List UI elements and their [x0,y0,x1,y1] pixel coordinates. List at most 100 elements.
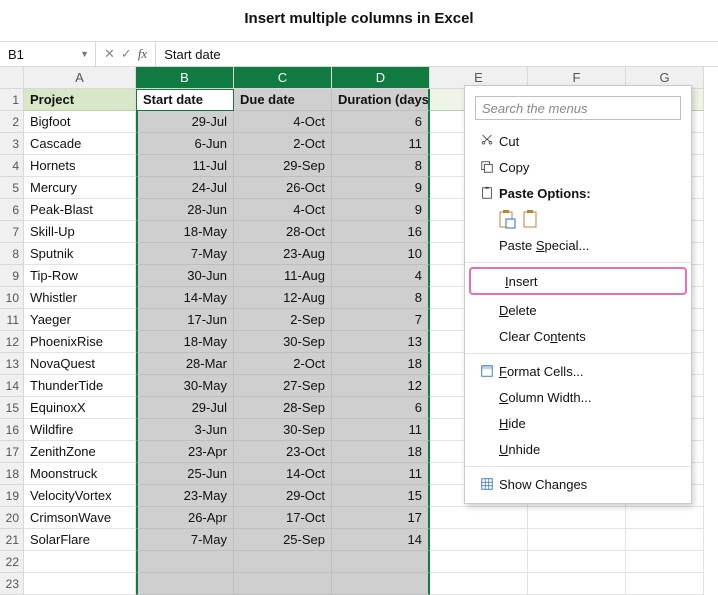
row-header[interactable]: 22 [0,551,24,573]
cell-D15[interactable]: 6 [332,397,430,419]
cell-A11[interactable]: Yaeger [24,309,136,331]
cell-C3[interactable]: 2-Oct [234,133,332,155]
row-header[interactable]: 13 [0,353,24,375]
menu-item-delete[interactable]: Delete [465,297,691,323]
name-box[interactable]: B1 ▼ [0,42,96,66]
cell-F21[interactable] [528,529,626,551]
cell-F22[interactable] [528,551,626,573]
menu-item-paste-options[interactable]: Paste Options: [465,180,691,206]
cell-D16[interactable]: 11 [332,419,430,441]
paste-values-icon[interactable] [523,209,541,229]
cell-D20[interactable]: 17 [332,507,430,529]
cell-B12[interactable]: 18-May [136,331,234,353]
cell-B10[interactable]: 14-May [136,287,234,309]
cell-A4[interactable]: Hornets [24,155,136,177]
cell-C16[interactable]: 30-Sep [234,419,332,441]
column-header-C[interactable]: C [234,67,332,89]
cell-B13[interactable]: 28-Mar [136,353,234,375]
cell-C17[interactable]: 23-Oct [234,441,332,463]
cell-B8[interactable]: 7-May [136,243,234,265]
cell-D7[interactable]: 16 [332,221,430,243]
cell-B6[interactable]: 28-Jun [136,199,234,221]
cell-C23[interactable] [234,573,332,595]
cell-B18[interactable]: 25-Jun [136,463,234,485]
row-header[interactable]: 4 [0,155,24,177]
row-header[interactable]: 3 [0,133,24,155]
cell-A15[interactable]: EquinoxX [24,397,136,419]
row-header[interactable]: 17 [0,441,24,463]
cell-A14[interactable]: ThunderTide [24,375,136,397]
cell-A3[interactable]: Cascade [24,133,136,155]
fx-icon[interactable]: fx [138,46,147,62]
row-header[interactable]: 11 [0,309,24,331]
cell-B23[interactable] [136,573,234,595]
menu-item-column-width[interactable]: Column Width... [465,384,691,410]
cell-C11[interactable]: 2-Sep [234,309,332,331]
cell-F20[interactable] [528,507,626,529]
row-header[interactable]: 8 [0,243,24,265]
cell-C8[interactable]: 23-Aug [234,243,332,265]
cell-C13[interactable]: 2-Oct [234,353,332,375]
accept-formula-icon[interactable]: ✓ [121,46,132,62]
cell-A1[interactable]: Project [24,89,136,111]
cell-D14[interactable]: 12 [332,375,430,397]
cell-A16[interactable]: Wildfire [24,419,136,441]
cell-B7[interactable]: 18-May [136,221,234,243]
cell-D13[interactable]: 18 [332,353,430,375]
row-header[interactable]: 12 [0,331,24,353]
menu-item-format-cells[interactable]: Format Cells... [465,358,691,384]
cell-C1[interactable]: Due date [234,89,332,111]
cell-A6[interactable]: Peak-Blast [24,199,136,221]
cell-B3[interactable]: 6-Jun [136,133,234,155]
cell-A7[interactable]: Skill-Up [24,221,136,243]
cell-B1[interactable]: Start date [136,89,234,111]
cell-D10[interactable]: 8 [332,287,430,309]
cell-A2[interactable]: Bigfoot [24,111,136,133]
cell-B21[interactable]: 7-May [136,529,234,551]
cell-A12[interactable]: PhoenixRise [24,331,136,353]
cell-A5[interactable]: Mercury [24,177,136,199]
cell-E20[interactable] [430,507,528,529]
row-header[interactable]: 16 [0,419,24,441]
cell-C12[interactable]: 30-Sep [234,331,332,353]
cell-D5[interactable]: 9 [332,177,430,199]
paste-icon[interactable] [499,209,517,229]
cell-D23[interactable] [332,573,430,595]
cell-B16[interactable]: 3-Jun [136,419,234,441]
cell-C18[interactable]: 14-Oct [234,463,332,485]
cell-C5[interactable]: 26-Oct [234,177,332,199]
cell-C9[interactable]: 11-Aug [234,265,332,287]
row-header[interactable]: 10 [0,287,24,309]
cell-C6[interactable]: 4-Oct [234,199,332,221]
menu-item-hide[interactable]: Hide [465,410,691,436]
row-header[interactable]: 23 [0,573,24,595]
cell-C2[interactable]: 4-Oct [234,111,332,133]
cell-A18[interactable]: Moonstruck [24,463,136,485]
cell-E23[interactable] [430,573,528,595]
cell-B17[interactable]: 23-Apr [136,441,234,463]
row-header[interactable]: 18 [0,463,24,485]
menu-item-unhide[interactable]: Unhide [465,436,691,462]
cell-G20[interactable] [626,507,704,529]
row-header[interactable]: 2 [0,111,24,133]
cell-C21[interactable]: 25-Sep [234,529,332,551]
menu-item-insert[interactable]: Insert [469,267,687,295]
cell-D8[interactable]: 10 [332,243,430,265]
cell-A13[interactable]: NovaQuest [24,353,136,375]
menu-item-cut[interactable]: Cut [465,128,691,154]
cell-C22[interactable] [234,551,332,573]
cell-D11[interactable]: 7 [332,309,430,331]
menu-item-paste-special[interactable]: Paste Special... [465,232,691,258]
cell-A23[interactable] [24,573,136,595]
cell-C4[interactable]: 29-Sep [234,155,332,177]
cell-B9[interactable]: 30-Jun [136,265,234,287]
cell-B20[interactable]: 26-Apr [136,507,234,529]
cell-D2[interactable]: 6 [332,111,430,133]
cell-C20[interactable]: 17-Oct [234,507,332,529]
row-header[interactable]: 7 [0,221,24,243]
cell-C7[interactable]: 28-Oct [234,221,332,243]
menu-item-show-changes[interactable]: Show Changes [465,471,691,497]
cell-A10[interactable]: Whistler [24,287,136,309]
column-header-A[interactable]: A [24,67,136,89]
cell-D6[interactable]: 9 [332,199,430,221]
